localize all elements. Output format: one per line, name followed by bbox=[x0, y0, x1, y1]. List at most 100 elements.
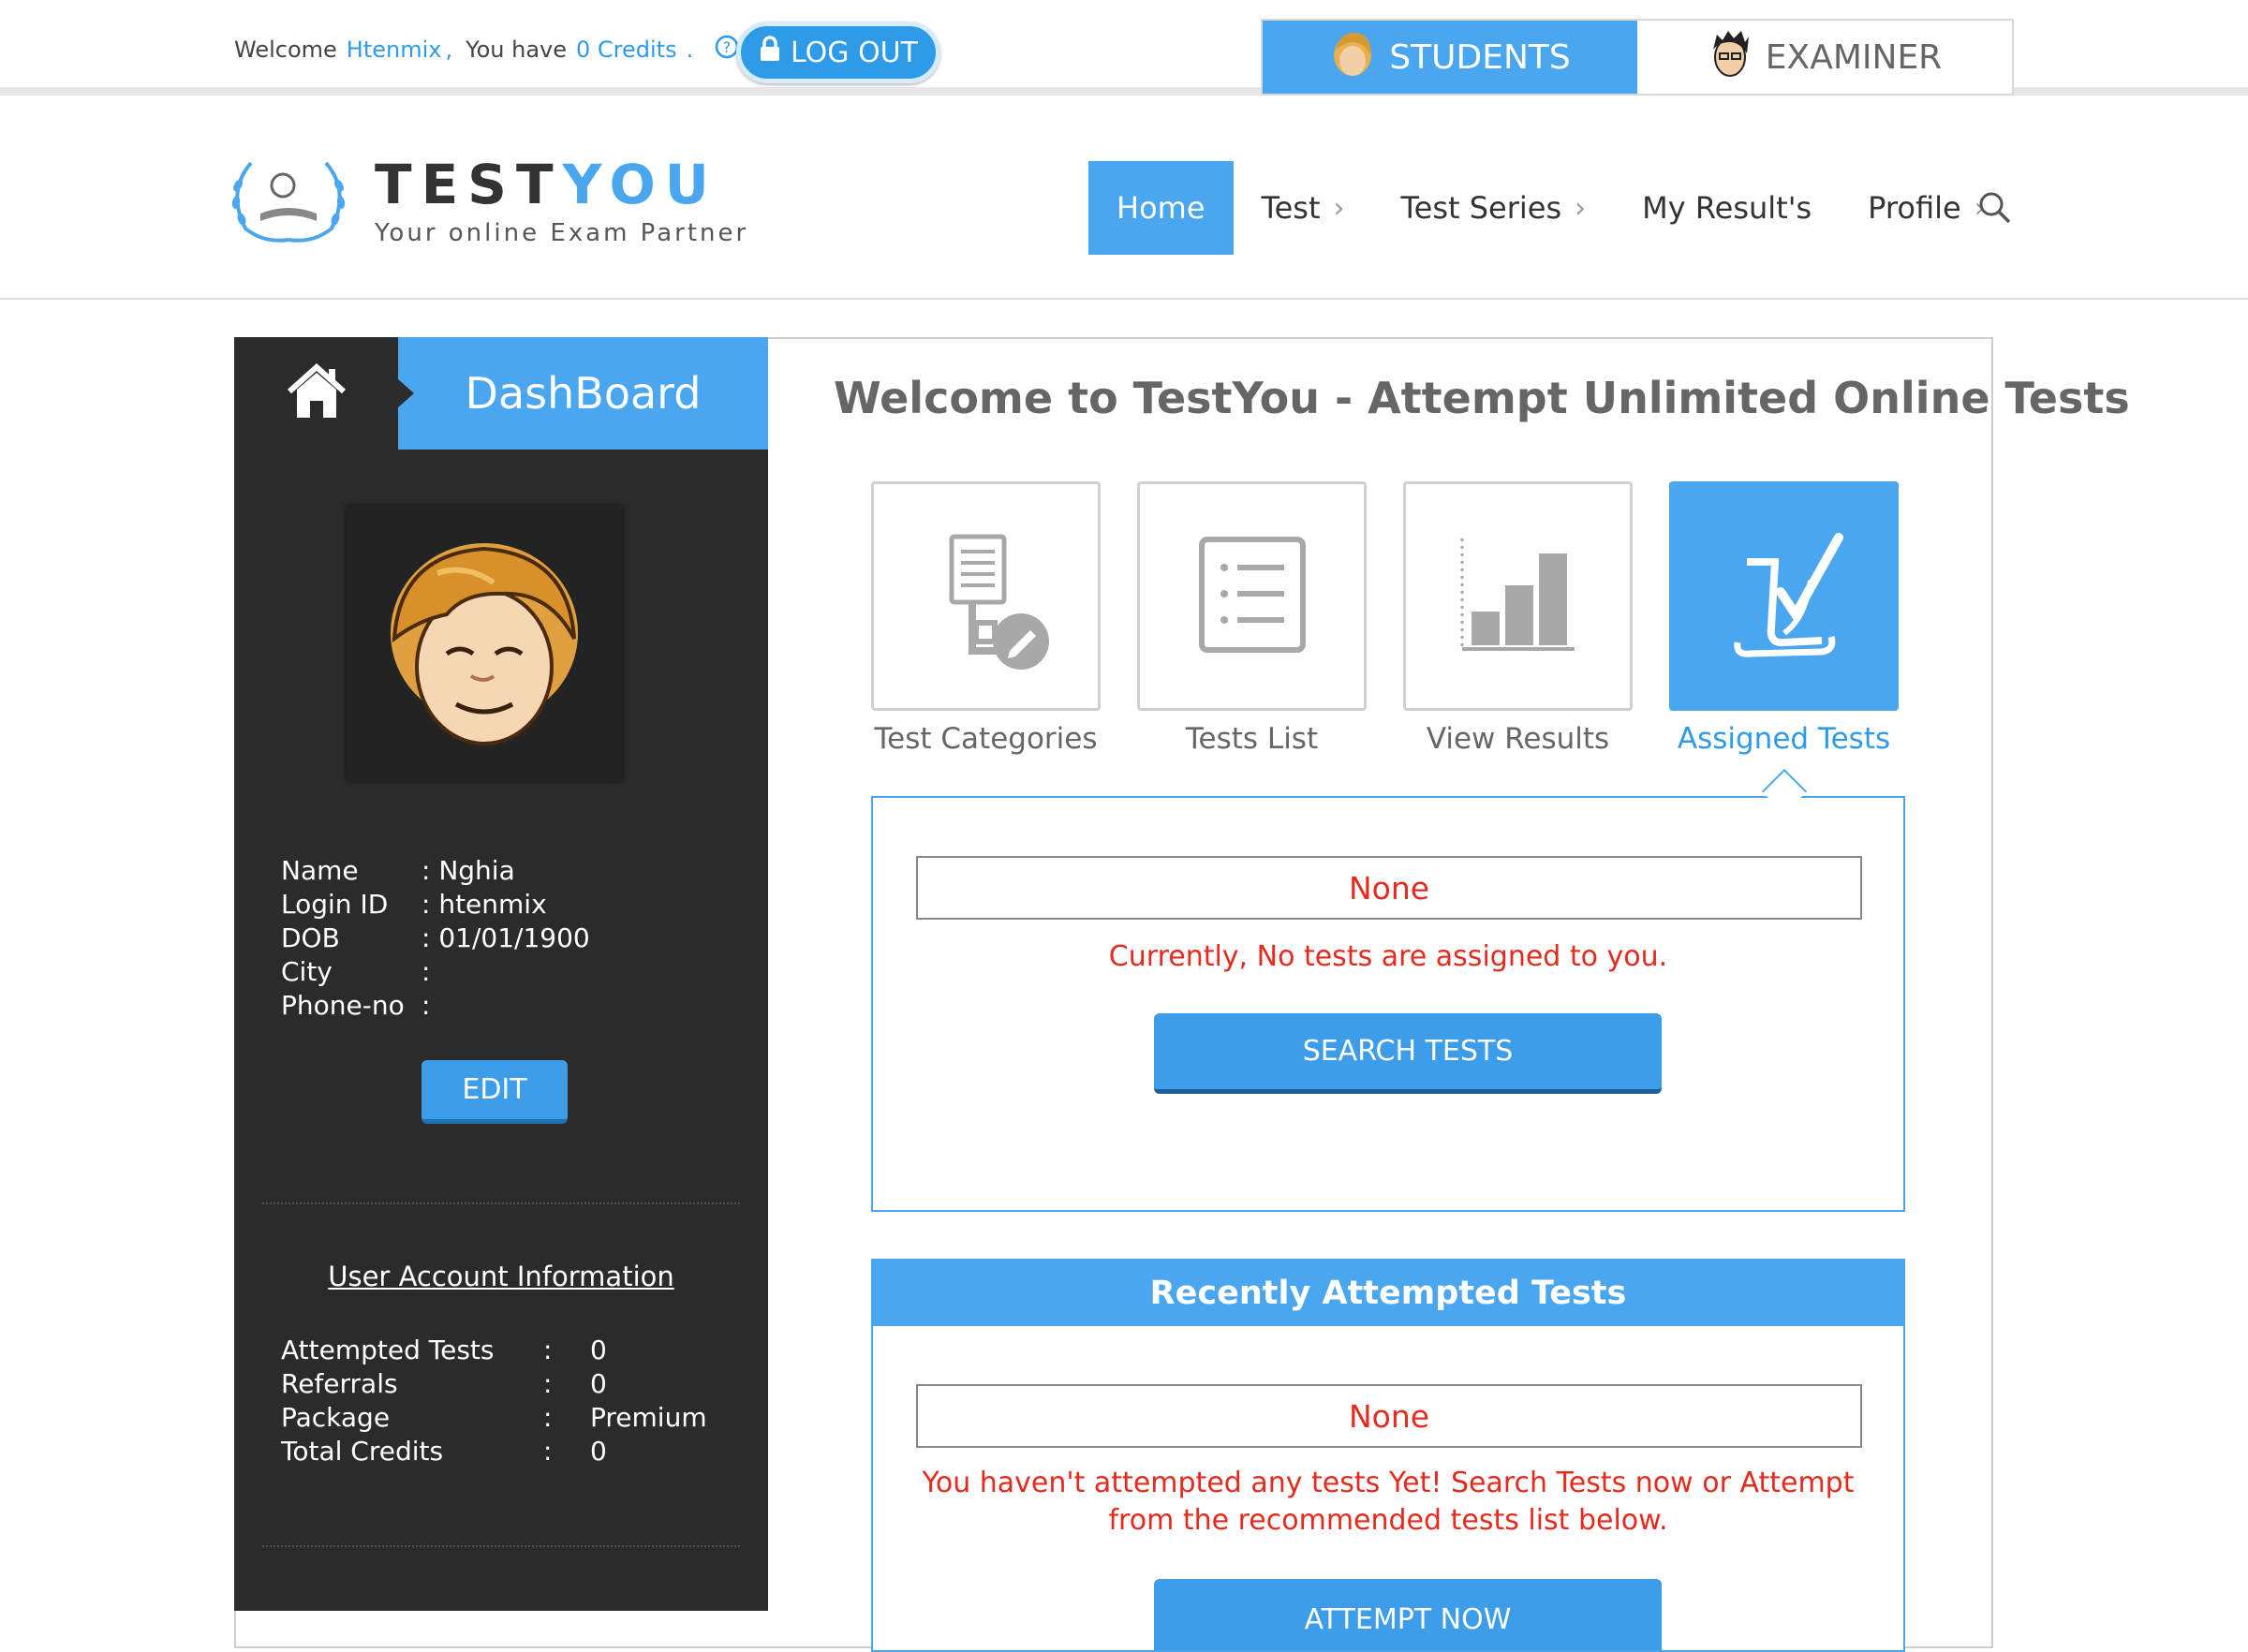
tile-box bbox=[871, 481, 1101, 711]
tab-students[interactable]: STUDENTS bbox=[1263, 21, 1637, 94]
account-row-attempted: Attempted Tests: 0 bbox=[281, 1334, 707, 1367]
list-icon bbox=[1196, 534, 1309, 659]
search-icon[interactable] bbox=[1976, 189, 2014, 230]
you-have-label: You have bbox=[466, 37, 567, 63]
account-row-package: Package: Premium bbox=[281, 1401, 707, 1435]
logo-tagline: Your online Exam Partner bbox=[375, 219, 749, 247]
avatar bbox=[347, 506, 622, 781]
profile-row-city: City: bbox=[281, 955, 590, 989]
account-colon: : bbox=[543, 1335, 553, 1365]
account-details: Attempted Tests: 0 Referrals: 0 Package: Pr… bbox=[281, 1334, 707, 1468]
nav-profile-label: Profile bbox=[1868, 190, 1961, 226]
nav-test-label: Test bbox=[1261, 190, 1321, 226]
chevron-right-icon: › bbox=[1575, 191, 1587, 225]
chevron-right-icon: › bbox=[1333, 191, 1345, 225]
credits-dot: . bbox=[686, 37, 694, 63]
account-key: Attempted Tests bbox=[281, 1335, 495, 1365]
account-value: 0 bbox=[590, 1335, 607, 1365]
profile-key: Phone-no bbox=[281, 990, 405, 1021]
assigned-tests-panel: None Currently, No tests are assigned to… bbox=[871, 796, 1905, 1212]
user-avatar-image bbox=[391, 543, 578, 745]
attempt-now-button[interactable]: ATTEMPT NOW bbox=[1154, 1579, 1662, 1650]
home-icon bbox=[286, 362, 348, 423]
tile-test-categories[interactable]: Test Categories bbox=[871, 481, 1101, 756]
account-colon: : bbox=[543, 1402, 553, 1433]
tile-view-results[interactable]: View Results bbox=[1403, 481, 1633, 756]
recent-tests-title: Recently Attempted Tests bbox=[873, 1261, 1903, 1326]
site-header: TESTYOU Your online Exam Partner Home Te… bbox=[0, 96, 2248, 300]
tile-label: Test Categories bbox=[874, 722, 1098, 756]
assigned-none-box: None bbox=[916, 856, 1862, 920]
account-value: 0 bbox=[590, 1368, 607, 1399]
top-bar: Welcome Htenmix , You have 0 Credits . ?… bbox=[0, 0, 2248, 96]
account-key: Referrals bbox=[281, 1368, 398, 1399]
dashboard-title: DashBoard bbox=[397, 337, 768, 450]
page-title: Welcome to TestYou - Attempt Unlimited O… bbox=[834, 373, 2130, 423]
assigned-message: Currently, No tests are assigned to you. bbox=[1108, 940, 1668, 973]
tile-label: Assigned Tests bbox=[1677, 722, 1891, 756]
search-tests-button[interactable]: SEARCH TESTS bbox=[1154, 1013, 1662, 1094]
welcome-label: Welcome bbox=[234, 37, 337, 63]
tile-box bbox=[1137, 481, 1367, 711]
tile-assigned-tests[interactable]: Assigned Tests bbox=[1669, 481, 1899, 756]
username-link[interactable]: Htenmix bbox=[347, 37, 442, 63]
bar-chart-icon bbox=[1453, 529, 1584, 664]
dashboard-header: DashBoard bbox=[234, 337, 768, 450]
laurel-logo-icon bbox=[223, 154, 354, 251]
logo-title-you: YOU bbox=[562, 153, 718, 216]
profile-value: : bbox=[422, 956, 431, 987]
site-logo[interactable]: TESTYOU Your online Exam Partner bbox=[223, 154, 748, 251]
profile-value: : 01/01/1900 bbox=[422, 922, 590, 953]
account-value: Premium bbox=[590, 1402, 707, 1433]
nav-home[interactable]: Home bbox=[1088, 161, 1234, 255]
examiner-avatar-icon bbox=[1708, 27, 1753, 88]
nav-my-results[interactable]: My Result's bbox=[1614, 161, 1840, 255]
welcome-message: Welcome Htenmix , You have 0 Credits . ? bbox=[234, 34, 753, 66]
credits-link[interactable]: 0 Credits bbox=[576, 37, 677, 63]
svg-text:?: ? bbox=[723, 38, 732, 56]
edit-profile-button[interactable]: EDIT bbox=[422, 1060, 568, 1124]
nav-test-series-label: Test Series bbox=[1400, 190, 1562, 226]
nav-test-series[interactable]: Test Series › bbox=[1373, 161, 1615, 255]
account-key: Package bbox=[281, 1402, 391, 1433]
tile-label: Tests List bbox=[1185, 722, 1319, 756]
nav-test[interactable]: Test › bbox=[1234, 161, 1373, 255]
profile-value: : htenmix bbox=[422, 889, 547, 920]
profile-key: City bbox=[281, 956, 333, 987]
profile-details: Name : Nghia Login ID : htenmix DOB: 01/01… bbox=[281, 854, 590, 1023]
tab-examiner-label: EXAMINER bbox=[1765, 37, 1943, 77]
categories-icon bbox=[916, 510, 1057, 683]
tile-box bbox=[1669, 481, 1899, 711]
account-row-credits: Total Credits: 0 bbox=[281, 1435, 707, 1468]
dashboard-sidebar: DashBoard Name : Nghia Login ID : htenmix … bbox=[234, 337, 768, 1611]
profile-key: Login ID bbox=[281, 889, 389, 920]
profile-row-dob: DOB: 01/01/1900 bbox=[281, 922, 590, 955]
lock-icon bbox=[759, 35, 781, 70]
account-key: Total Credits bbox=[281, 1436, 444, 1467]
tile-tests-list[interactable]: Tests List bbox=[1137, 481, 1367, 756]
account-info-link[interactable]: User Account Information bbox=[234, 1261, 768, 1292]
logo-text: TESTYOU Your online Exam Partner bbox=[375, 157, 748, 247]
main-nav: Home Test › Test Series › My Result's Prof… bbox=[1088, 161, 2014, 255]
profile-value: : Nghia bbox=[422, 855, 515, 886]
profile-value: : bbox=[422, 990, 431, 1021]
checkmark-icon bbox=[1719, 524, 1850, 669]
logout-label: LOG OUT bbox=[791, 36, 918, 69]
profile-key: Name bbox=[281, 855, 359, 886]
recent-tests-panel: Recently Attempted Tests None You haven'… bbox=[871, 1259, 1905, 1652]
recent-none-box: None bbox=[916, 1384, 1862, 1448]
logo-title-test: TEST bbox=[375, 153, 563, 216]
nav-my-results-label: My Result's bbox=[1642, 190, 1812, 226]
role-tabs: STUDENTS EXAMINER bbox=[1261, 19, 2014, 96]
profile-row-login: Login ID : htenmix bbox=[281, 888, 590, 922]
recent-message: You haven't attempted any tests Yet! Sea… bbox=[922, 1467, 1855, 1537]
dashboard-tiles: Test Categories Tests List View Results … bbox=[871, 481, 1899, 756]
logo-title: TESTYOU bbox=[375, 157, 748, 212]
logout-button[interactable]: LOG OUT bbox=[736, 22, 940, 83]
tab-examiner[interactable]: EXAMINER bbox=[1637, 21, 2012, 94]
account-value: 0 bbox=[590, 1436, 607, 1467]
divider bbox=[262, 1545, 740, 1547]
account-colon: : bbox=[543, 1436, 553, 1467]
home-button[interactable] bbox=[234, 337, 398, 450]
tile-box bbox=[1403, 481, 1633, 711]
